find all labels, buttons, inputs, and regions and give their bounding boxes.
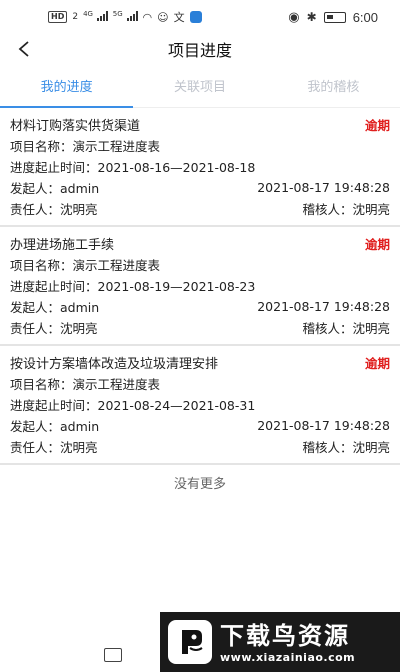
auditor-label: 稽核人： [302, 202, 353, 217]
project-name-value: 演示工程进度表 [72, 258, 161, 273]
chevron-left-icon [18, 41, 29, 57]
status-bar: HD 2 4G 5G ◠ ☺ 文 ◉ ✱ 6:00 [0, 0, 400, 34]
date-range-value: 2021-08-24—2021-08-31 [97, 398, 256, 413]
responsible-value: 沈明亮 [60, 202, 98, 217]
app-search-icon [189, 11, 202, 23]
bird-logo-icon [168, 620, 212, 664]
progress-list: 材料订购落实供货渠道 逾期 项目名称：演示工程进度表 进度起止时间：2021-0… [0, 108, 400, 492]
watermark: 下载鸟资源 www.xiazainiao.com [160, 612, 400, 672]
tab-my-audit[interactable]: 我的稽核 [267, 64, 400, 107]
auditor-value: 沈明亮 [352, 321, 390, 336]
date-range-label: 进度起止时间： [10, 279, 98, 294]
net-label-4g: 4G [83, 10, 93, 18]
tab-my-progress[interactable]: 我的进度 [0, 64, 134, 108]
translate-icon: 文 [173, 11, 185, 24]
wifi-icon: ◠ [142, 10, 153, 24]
date-range-value: 2021-08-16—2021-08-18 [97, 160, 256, 175]
auditor-label: 稽核人： [302, 440, 353, 455]
initiator-label: 发起人： [10, 181, 61, 196]
eye-icon: ◉ [288, 9, 300, 25]
task-title: 办理进场施工手续 [10, 238, 115, 253]
project-name-value: 演示工程进度表 [72, 139, 161, 154]
auditor-value: 沈明亮 [352, 202, 390, 217]
date-range-value: 2021-08-19—2021-08-23 [97, 279, 256, 294]
status-right: ◉ ✱ 6:00 [288, 10, 378, 25]
initiator-label: 发起人： [10, 419, 61, 434]
project-name-label: 项目名称： [10, 139, 73, 154]
net-label-5g: 5G [112, 10, 123, 18]
task-title: 材料订购落实供货渠道 [10, 119, 141, 134]
status-left: HD 2 4G 5G ◠ ☺ 文 [48, 9, 202, 25]
created-time: 2021-08-17 19:48:28 [257, 418, 390, 433]
paw-icon: ☺ [157, 10, 169, 24]
responsible-label: 责任人： [10, 321, 61, 336]
page-title: 项目进度 [167, 41, 232, 60]
project-name-value: 演示工程进度表 [72, 377, 161, 392]
hd-number: 2 [72, 12, 79, 22]
initiator-value: admin [60, 300, 100, 315]
battery-icon [323, 11, 346, 23]
tab-bar: 我的进度 关联项目 我的稽核 [0, 64, 400, 108]
home-button[interactable] [104, 648, 122, 662]
list-item[interactable]: 按设计方案墙体改造及垃圾清理安排 逾期 项目名称：演示工程进度表 进度起止时间：… [0, 346, 400, 465]
signal-5g-icon: 5G [113, 10, 138, 24]
bluetooth-icon: ✱ [306, 10, 317, 24]
responsible-label: 责任人： [10, 202, 61, 217]
watermark-text: 下载鸟资源 www.xiazainiao.com [220, 621, 355, 664]
responsible-value: 沈明亮 [60, 321, 98, 336]
initiator-value: admin [60, 181, 100, 196]
initiator-value: admin [60, 419, 100, 434]
status-badge: 逾期 [364, 356, 390, 371]
watermark-title: 下载鸟资源 [220, 621, 350, 650]
date-range-label: 进度起止时间： [10, 398, 98, 413]
hd-icon: HD [48, 11, 68, 23]
responsible-label: 责任人： [10, 440, 61, 455]
clock: 6:00 [352, 9, 378, 25]
list-item[interactable]: 办理进场施工手续 逾期 项目名称：演示工程进度表 进度起止时间：2021-08-… [0, 227, 400, 346]
created-time: 2021-08-17 19:48:28 [257, 299, 390, 314]
list-item[interactable]: 材料订购落实供货渠道 逾期 项目名称：演示工程进度表 进度起止时间：2021-0… [0, 108, 400, 227]
tab-related-projects[interactable]: 关联项目 [133, 64, 266, 107]
project-name-label: 项目名称： [10, 377, 73, 392]
created-time: 2021-08-17 19:48:28 [257, 180, 390, 195]
date-range-label: 进度起止时间： [10, 160, 98, 175]
status-badge: 逾期 [364, 118, 390, 133]
signal-4g-icon: 4G [83, 10, 108, 24]
watermark-url: www.xiazainiao.com [220, 650, 356, 664]
no-more-text: 没有更多 [173, 477, 226, 492]
responsible-value: 沈明亮 [60, 440, 98, 455]
status-badge: 逾期 [364, 237, 390, 252]
auditor-label: 稽核人： [302, 321, 353, 336]
task-title: 按设计方案墙体改造及垃圾清理安排 [10, 357, 219, 372]
project-name-label: 项目名称： [10, 258, 73, 273]
initiator-label: 发起人： [10, 300, 61, 315]
back-button[interactable] [10, 34, 38, 64]
auditor-value: 沈明亮 [352, 440, 390, 455]
header: 项目进度 [0, 34, 400, 64]
